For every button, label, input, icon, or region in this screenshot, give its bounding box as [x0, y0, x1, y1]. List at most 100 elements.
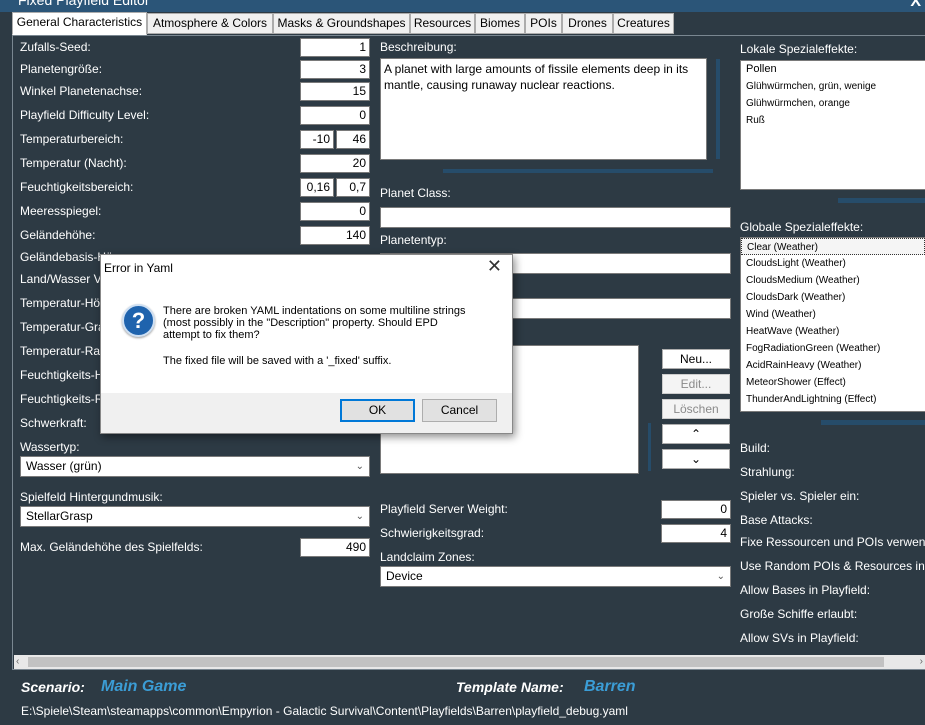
label-allow-bases: Allow Bases in Playfield:: [740, 583, 871, 597]
chevron-down-icon: ⌄: [355, 461, 364, 472]
temperature-night-input[interactable]: 20: [300, 154, 370, 173]
water-type-value: Wasser (grün): [26, 459, 102, 473]
water-type-select[interactable]: Wasser (grün) ⌄: [20, 456, 370, 477]
dialog-message-line-2: (most possibly in the "Description" prop…: [163, 317, 438, 329]
list-item[interactable]: Ruß: [741, 112, 925, 129]
tab-masks-groundshapes[interactable]: Masks & Groundshapes: [273, 13, 410, 34]
background-music-value: StellarGrasp: [26, 509, 93, 523]
label-large-ships-allowed: Große Schiffe erlaubt:: [740, 607, 858, 621]
question-icon: ?: [122, 304, 155, 337]
planet-class-input[interactable]: [380, 207, 731, 228]
temperature-max-input[interactable]: 46: [336, 130, 370, 149]
scroll-right-icon[interactable]: ›: [920, 655, 923, 669]
humidity-max-input[interactable]: 0,7: [336, 178, 370, 197]
arrow-down-icon: ⌄: [690, 452, 702, 466]
scrollbar-thumb[interactable]: [28, 657, 884, 667]
move-down-button[interactable]: ⌄: [662, 449, 730, 469]
new-button[interactable]: Neu...: [662, 349, 730, 369]
list-item[interactable]: MeteorShower (Effect): [741, 374, 925, 391]
horizontal-scrollbar[interactable]: ‹ ›: [14, 655, 925, 669]
dialog-title: Error in Yaml: [104, 261, 173, 275]
terrain-height-input[interactable]: 140: [300, 226, 370, 245]
label-temperature-night: Temperatur (Nacht):: [20, 156, 127, 170]
label-planet-axis-angle: Winkel Planetenachse:: [20, 84, 143, 98]
label-pvp: Spieler vs. Spieler ein:: [740, 489, 860, 503]
scenario-value: Main Game: [101, 678, 187, 695]
label-planet-size: Planetengröße:: [20, 62, 103, 76]
label-temperature-height: Temperatur-Hö: [20, 296, 101, 310]
window-close-button[interactable]: X: [910, 0, 921, 11]
label-sea-level: Meeresspiegel:: [20, 204, 102, 218]
label-temperature-range: Temperaturbereich:: [20, 132, 124, 146]
tab-atmosphere-colors[interactable]: Atmosphere & Colors: [147, 13, 273, 34]
list-item[interactable]: Glühwürmchen, orange: [741, 95, 925, 112]
label-server-weight: Playfield Server Weight:: [380, 502, 508, 516]
label-difficulty: Schwierigkeitsgrad:: [380, 526, 485, 540]
list-item[interactable]: ThunderAndLightning (Effect): [741, 391, 925, 408]
global-effects-list[interactable]: Clear (Weather) CloudsLight (Weather) Cl…: [740, 237, 925, 412]
dialog-close-button[interactable]: ✕: [487, 256, 502, 277]
scroll-left-icon[interactable]: ‹: [16, 655, 19, 669]
list-item[interactable]: CloudsDark (Weather): [741, 289, 925, 306]
label-random-pois: Use Random POIs & Resources in S: [740, 559, 925, 573]
list-item[interactable]: HeatWave (Weather): [741, 323, 925, 340]
difficulty-level-input[interactable]: 0: [300, 106, 370, 125]
tab-creatures[interactable]: Creatures: [613, 13, 674, 34]
cancel-button[interactable]: Cancel: [422, 399, 497, 422]
label-humidity-roughness: Feuchtigkeits-R: [20, 392, 104, 406]
label-radiation: Strahlung:: [740, 465, 795, 479]
label-background-music: Spielfeld Hintergundmusik:: [20, 490, 163, 504]
list-item[interactable]: CloudsLight (Weather): [741, 255, 925, 272]
label-global-effects: Globale Spezialeffekte:: [740, 220, 864, 234]
tab-general-characteristics[interactable]: General Characteristics: [12, 12, 147, 35]
description-textarea[interactable]: A planet with large amounts of fissile e…: [380, 58, 707, 160]
landclaim-zones-select[interactable]: Device ⌄: [380, 566, 731, 587]
list-item[interactable]: CloudsMedium (Weather): [741, 272, 925, 289]
label-difficulty-level: Playfield Difficulty Level:: [20, 108, 150, 122]
humidity-min-input[interactable]: 0,16: [300, 178, 334, 197]
label-planet-class: Planet Class:: [380, 186, 451, 200]
label-terrain-height: Geländehöhe:: [20, 228, 96, 242]
chevron-down-icon: ⌄: [355, 511, 364, 522]
dialog-message-line-1: There are broken YAML indentations on so…: [163, 305, 466, 317]
window-title: Fixed Playfield Editor: [18, 0, 150, 8]
sea-level-input[interactable]: 0: [300, 202, 370, 221]
server-weight-input[interactable]: 0: [661, 500, 731, 519]
list-item[interactable]: Wind (Weather): [741, 306, 925, 323]
local-effects-divider: [838, 198, 925, 203]
tab-resources[interactable]: Resources: [410, 13, 475, 34]
label-humidity-range: Feuchtigkeitsbereich:: [20, 180, 134, 194]
label-local-effects: Lokale Spezialeffekte:: [740, 42, 858, 56]
tab-drones[interactable]: Drones: [562, 13, 613, 34]
max-terrain-height-input[interactable]: 490: [300, 538, 370, 557]
error-dialog: Error in Yaml ✕ ? There are broken YAML …: [100, 254, 513, 434]
landclaim-zones-value: Device: [386, 569, 423, 583]
label-terrain-base-height: Geländebasis-Hö: [20, 250, 113, 264]
list-item[interactable]: AcidRainHeavy (Weather): [741, 357, 925, 374]
temperature-min-input[interactable]: -10: [300, 130, 334, 149]
list-item[interactable]: FogRadiationGreen (Weather): [741, 340, 925, 357]
delete-button[interactable]: Löschen: [662, 399, 730, 419]
random-seed-input[interactable]: 1: [300, 38, 370, 57]
edit-button[interactable]: Edit...: [662, 374, 730, 394]
label-build: Build:: [740, 441, 771, 455]
planet-axis-angle-input[interactable]: 15: [300, 82, 370, 101]
tab-biomes[interactable]: Biomes: [475, 13, 525, 34]
background-music-select[interactable]: StellarGrasp ⌄: [20, 506, 370, 527]
local-effects-list[interactable]: Pollen Glühwürmchen, grün, wenige Glühwü…: [740, 60, 925, 190]
list-item[interactable]: Clear (Weather): [741, 238, 925, 255]
planet-size-input[interactable]: 3: [300, 60, 370, 79]
label-max-terrain-height: Max. Geländehöhe des Spielfelds:: [20, 540, 203, 554]
template-name-label: Template Name:: [456, 679, 564, 695]
scenario-label: Scenario:: [21, 679, 85, 695]
move-up-button[interactable]: ⌃: [662, 424, 730, 444]
list-item[interactable]: Pollen: [741, 61, 925, 78]
list-item[interactable]: Glühwürmchen, grün, wenige: [741, 78, 925, 95]
description-scroll-accent: [716, 59, 720, 159]
ok-button[interactable]: OK: [340, 399, 415, 422]
difficulty-input[interactable]: 4: [661, 524, 731, 543]
list-divider-accent: [648, 423, 651, 471]
label-base-attacks: Base Attacks:: [740, 513, 813, 527]
tab-pois[interactable]: POIs: [525, 13, 562, 34]
label-fixed-resources: Fixe Ressourcen und POIs verwende: [740, 535, 925, 549]
